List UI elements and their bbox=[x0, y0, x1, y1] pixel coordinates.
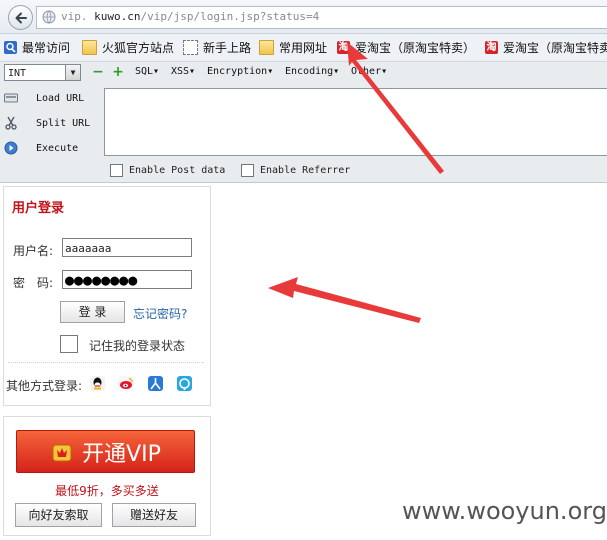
load-url-icon bbox=[4, 91, 18, 105]
open-vip-button[interactable]: 开通VIP bbox=[16, 430, 195, 473]
type-select[interactable]: INT ▼ bbox=[4, 64, 81, 81]
folder-icon bbox=[259, 39, 274, 55]
bookmark-label: 爱淘宝（原淘宝特卖） bbox=[355, 40, 476, 55]
menu-xss[interactable]: XSS▾ bbox=[171, 66, 195, 77]
checkbox[interactable] bbox=[110, 164, 123, 177]
checkbox-label: Enable Post data bbox=[129, 165, 226, 176]
address-bar: vip. kuwo.cn/vip/jsp/login.jsp?status=4 bbox=[0, 0, 607, 34]
forgot-password-link[interactable]: 忘记密码? bbox=[133, 305, 187, 322]
bookmark-common-sites[interactable]: 常用网址 bbox=[259, 38, 327, 56]
taobao-icon: 淘 bbox=[337, 40, 350, 54]
password-label: 密 码: bbox=[13, 276, 54, 290]
bookmark-most-visited[interactable]: 最常访问 bbox=[4, 38, 70, 56]
password-field[interactable]: ●●●●●●●● bbox=[62, 270, 192, 289]
weibo-login-icon[interactable] bbox=[119, 376, 134, 391]
execute-icon bbox=[4, 141, 18, 155]
bookmarks-toolbar: 最常访问 火狐官方站点 新手上路 常用网址 淘 爱淘宝（原淘宝特卖） 淘 爱淘宝… bbox=[0, 34, 607, 62]
bookmark-label: 火狐官方站点 bbox=[102, 40, 175, 55]
bookmark-label: 最常访问 bbox=[22, 40, 71, 55]
checkbox[interactable] bbox=[241, 164, 254, 177]
annotation-arrow-login bbox=[268, 277, 421, 323]
execute-button[interactable]: Execute bbox=[4, 138, 78, 158]
qq-login-icon[interactable] bbox=[90, 376, 105, 391]
type-select-value: INT bbox=[8, 68, 27, 79]
hackbar-panel: INT ▼ − + SQL▾ XSS▾ Encryption▾ Encoding… bbox=[0, 62, 607, 183]
bookmark-firefox-official[interactable]: 火狐官方站点 bbox=[82, 38, 174, 56]
folder-icon bbox=[82, 39, 97, 55]
url-textarea[interactable] bbox=[104, 88, 607, 156]
bookmark-getting-started[interactable]: 新手上路 bbox=[183, 38, 251, 56]
remember-me-label: 记住我的登录状态 bbox=[89, 339, 186, 353]
bookmark-label: 常用网址 bbox=[279, 40, 328, 55]
menu-encoding[interactable]: Encoding▾ bbox=[285, 66, 339, 77]
split-url-label: Split URL bbox=[36, 117, 91, 129]
url-text: vip. kuwo.cn/vip/jsp/login.jsp?status=4 bbox=[61, 10, 320, 23]
bookmark-aitaobao-2[interactable]: 淘 爱淘宝（原淘宝特卖） bbox=[485, 38, 607, 56]
crown-icon bbox=[52, 444, 72, 461]
login-panel: 用户登录 用户名: aaaaaaa 密 码: ●●●●●●●● 登 录 忘记密码… bbox=[3, 186, 211, 406]
vip-promo-text: 最低9折，多买多送 bbox=[55, 484, 159, 498]
open-vip-label: 开通VIP bbox=[82, 441, 161, 467]
dashed-folder-icon bbox=[183, 39, 198, 55]
globe-icon bbox=[42, 10, 56, 24]
hackbar-toolbar: INT ▼ − + SQL▾ XSS▾ Encryption▾ Encoding… bbox=[0, 62, 607, 84]
load-url-label: Load URL bbox=[36, 92, 85, 104]
other-login-label: 其他方式登录: bbox=[6, 379, 83, 393]
execute-label: Execute bbox=[36, 142, 79, 154]
renren-login-icon[interactable] bbox=[148, 376, 163, 391]
chat-login-icon[interactable] bbox=[177, 376, 192, 391]
menu-other[interactable]: Other▾ bbox=[351, 66, 387, 77]
bookmark-aitaobao-1[interactable]: 淘 爱淘宝（原淘宝特卖） bbox=[337, 38, 475, 56]
bookmark-label: 爱淘宝（原淘宝特卖） bbox=[503, 40, 607, 55]
back-arrow-icon bbox=[15, 12, 27, 23]
login-title: 用户登录 bbox=[12, 201, 65, 216]
login-button[interactable]: 登 录 bbox=[60, 301, 125, 323]
minus-icon[interactable]: − bbox=[92, 65, 104, 79]
scissors-icon bbox=[4, 116, 18, 130]
remember-me-checkbox[interactable] bbox=[60, 335, 78, 353]
plus-icon[interactable]: + bbox=[112, 65, 124, 79]
url-field[interactable]: vip. kuwo.cn/vip/jsp/login.jsp?status=4 bbox=[36, 6, 607, 29]
back-button[interactable] bbox=[8, 5, 33, 30]
enable-post-data-checkbox[interactable]: Enable Post data bbox=[110, 164, 225, 177]
menu-encryption[interactable]: Encryption▾ bbox=[207, 66, 273, 77]
search-icon bbox=[4, 40, 17, 54]
watermark: www.wooyun.org bbox=[402, 497, 607, 525]
bookmark-label: 新手上路 bbox=[203, 40, 252, 55]
ask-friend-button[interactable]: 向好友索取 bbox=[15, 503, 102, 527]
username-label: 用户名: bbox=[13, 244, 54, 258]
taobao-icon: 淘 bbox=[485, 40, 498, 54]
chevron-down-icon: ▼ bbox=[65, 65, 80, 80]
enable-referrer-checkbox[interactable]: Enable Referrer bbox=[241, 164, 350, 177]
username-field[interactable]: aaaaaaa bbox=[62, 238, 192, 257]
divider bbox=[8, 362, 204, 363]
load-url-button[interactable]: Load URL bbox=[4, 88, 84, 108]
vip-panel: 开通VIP 最低9折，多买多送 向好友索取 赠送好友 bbox=[3, 416, 211, 536]
gift-friend-button[interactable]: 赠送好友 bbox=[112, 503, 196, 527]
split-url-button[interactable]: Split URL bbox=[4, 113, 90, 133]
menu-sql[interactable]: SQL▾ bbox=[135, 66, 159, 77]
checkbox-label: Enable Referrer bbox=[260, 165, 351, 176]
